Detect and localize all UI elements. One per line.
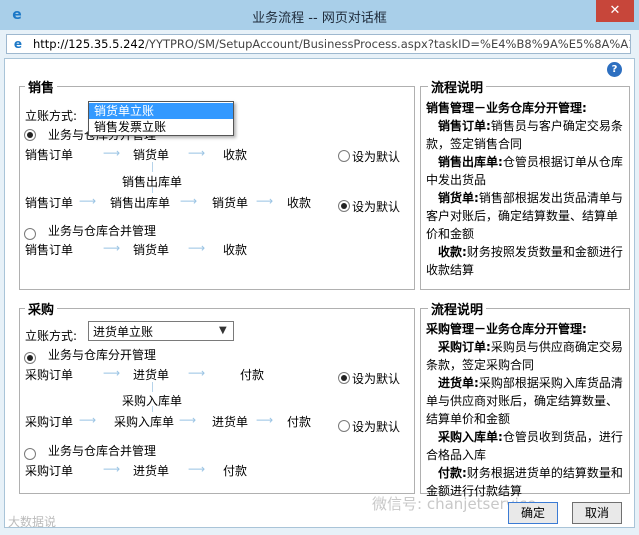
arrow-icon: ⟶ — [188, 146, 206, 160]
address-path: /YYTPRO/SM/SetupAccount/BusinessProcess.… — [145, 37, 631, 51]
sales-flow1b-step2: 销售出库单 — [110, 196, 171, 210]
purchase-desc-legend: 流程说明 — [428, 299, 487, 318]
purchase-account-method-label: 立账方式: — [25, 329, 78, 343]
sales-set-default-2: 设为默认 — [352, 200, 401, 214]
purchase-flow2-step3: 付款 — [223, 464, 248, 478]
sales-option1-radio[interactable] — [24, 129, 36, 141]
sales-desc-item: 收款:财务按照发货数量和金额进行收款结算 — [426, 245, 623, 277]
arrow-icon: ⟶ — [79, 194, 97, 208]
purchase-desc-item: 进货单:采购部根据采购入库货品清单与供应商对账后，确定结算数量、结算单价和金额 — [426, 376, 623, 426]
arrow-icon: ⟶ — [188, 241, 206, 255]
ok-button[interactable]: 确定 — [508, 502, 558, 524]
window-title: 业务流程 -- 网页对话框 — [252, 11, 387, 26]
flow-connector — [152, 162, 153, 172]
sales-flow1a-step3: 收款 — [223, 148, 248, 162]
purchase-option1-radio[interactable] — [24, 352, 36, 364]
corner-watermark: 大数据说 — [8, 515, 57, 529]
purchase-set-default-2: 设为默认 — [352, 420, 401, 434]
sales-default-radio-1[interactable] — [338, 150, 350, 162]
sales-flow2-step1: 销售订单 — [25, 243, 74, 257]
sales-option2-label: 业务与仓库合并管理 — [48, 224, 157, 238]
sales-flow1a-step1: 销售订单 — [25, 148, 74, 162]
sales-set-default-1: 设为默认 — [352, 150, 401, 164]
purchase-flow1a-step2: 进货单 — [133, 368, 170, 382]
arrow-icon: ⟶ — [188, 366, 206, 380]
flow-connector — [152, 187, 153, 193]
arrow-icon: ⟶ — [179, 413, 197, 427]
purchase-select-value: 进货单立账 — [93, 325, 154, 339]
purchase-flow1b-step4: 付款 — [287, 415, 312, 429]
address-url: http://125.35.5.242/YYTPRO/SM/SetupAccou… — [33, 37, 631, 51]
chevron-down-icon: ▼ — [219, 325, 227, 336]
sales-flow2-step2: 销货单 — [133, 243, 170, 257]
sales-desc-body: 销售管理－业务仓库分开管理: 销售订单:销售员与客户确定交易条款，签定销售合同 … — [426, 99, 626, 279]
sales-desc-legend: 流程说明 — [428, 77, 487, 96]
purchase-flow1a-step1: 采购订单 — [25, 368, 74, 382]
dropdown-option[interactable]: 销售发票立账 — [89, 119, 233, 135]
sales-flow1b-step4: 收款 — [287, 196, 312, 210]
sales-account-method-label: 立账方式: — [25, 109, 78, 123]
purchase-desc-item: 采购入库单:仓管员收到货品，进行合格品入库 — [426, 430, 623, 462]
purchase-flow1b-step2: 采购入库单 — [114, 415, 175, 429]
purchase-option1-label: 业务与仓库分开管理 — [48, 348, 157, 362]
arrow-icon: ⟶ — [103, 366, 121, 380]
purchase-desc-item: 采购订单:采购员与供应商确定交易条款，签定采购合同 — [426, 340, 623, 372]
purchase-option2-label: 业务与仓库合并管理 — [48, 444, 157, 458]
help-icon[interactable]: ? — [607, 62, 622, 77]
flow-connector — [152, 406, 153, 412]
arrow-icon: ⟶ — [103, 241, 121, 255]
purchase-option2-radio[interactable] — [24, 448, 36, 460]
purchase-flow1a-step3: 付款 — [240, 368, 265, 382]
arrow-icon: ⟶ — [103, 146, 121, 160]
purchase-default-radio-1[interactable] — [338, 372, 350, 384]
purchase-flow2-step2: 进货单 — [133, 464, 170, 478]
purchase-default-radio-2[interactable] — [338, 420, 350, 432]
sales-legend: 销售 — [25, 77, 58, 96]
purchase-set-default-1: 设为默认 — [352, 372, 401, 386]
purchase-flow1b-step1: 采购订单 — [25, 415, 74, 429]
sales-default-radio-2[interactable] — [338, 200, 350, 212]
address-host: http://125.35.5.242 — [33, 37, 146, 51]
dropdown-option-selected[interactable]: 销货单立账 — [89, 103, 233, 119]
arrow-icon: ⟶ — [256, 413, 274, 427]
page-icon: e — [13, 37, 23, 51]
sales-desc-heading: 销售管理－业务仓库分开管理: — [426, 101, 587, 115]
flow-connector — [152, 382, 153, 392]
purchase-flow1b-step3: 进货单 — [212, 415, 249, 429]
arrow-icon: ⟶ — [256, 194, 274, 208]
arrow-icon: ⟶ — [103, 462, 121, 476]
sales-flow1b-step1: 销售订单 — [25, 196, 74, 210]
close-button[interactable]: ✕ — [596, 0, 634, 22]
sales-option2-radio[interactable] — [24, 228, 36, 240]
purchase-legend: 采购 — [25, 299, 58, 318]
sales-desc-item: 销货单:销售部根据发出货品清单与客户对账后，确定结算数量、结算单价和金额 — [426, 191, 623, 241]
sales-flow1a-step2: 销货单 — [133, 148, 170, 162]
address-bar[interactable]: e http://125.35.5.242/YYTPRO/SM/SetupAcc… — [6, 34, 631, 54]
arrow-icon: ⟶ — [188, 462, 206, 476]
arrow-icon: ⟶ — [180, 194, 198, 208]
sales-desc-item: 销售出库单:仓管员根据订单从仓库中发出货品 — [426, 155, 623, 187]
sales-flow2-step3: 收款 — [223, 243, 248, 257]
sales-account-method-dropdown[interactable]: 销货单立账 销售发票立账 — [88, 101, 234, 136]
sales-desc-item: 销售订单:销售员与客户确定交易条款，签定销售合同 — [426, 119, 623, 151]
purchase-desc-body: 采购管理－业务仓库分开管理: 采购订单:采购员与供应商确定交易条款，签定采购合同… — [426, 320, 626, 500]
arrow-icon: ⟶ — [79, 413, 97, 427]
cancel-button[interactable]: 取消 — [572, 502, 622, 524]
purchase-flow2-step1: 采购订单 — [25, 464, 74, 478]
sales-flow1b-step3: 销货单 — [212, 196, 249, 210]
purchase-account-method-select[interactable]: 进货单立账 ▼ — [88, 321, 234, 341]
purchase-desc-heading: 采购管理－业务仓库分开管理: — [426, 322, 587, 336]
